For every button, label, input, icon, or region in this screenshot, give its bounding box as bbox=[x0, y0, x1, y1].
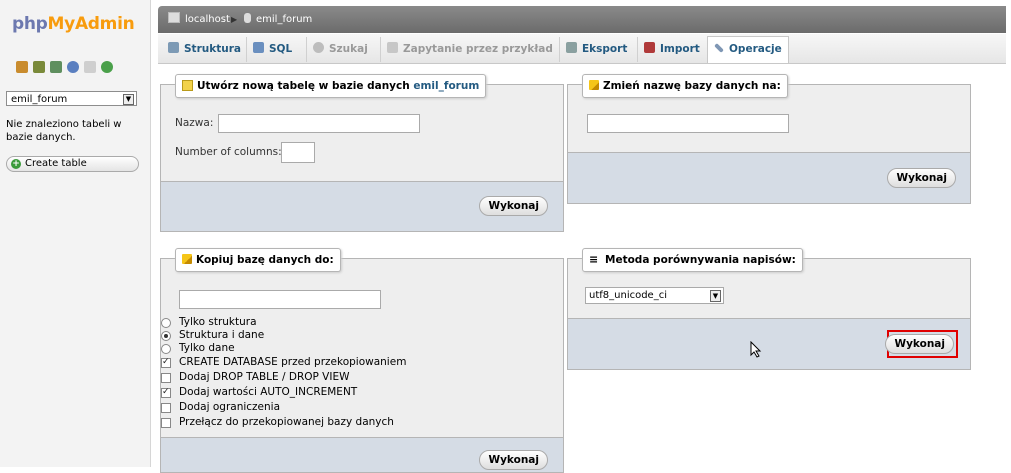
tab-zapytanie[interactable]: Zapytanie przez przykład bbox=[380, 37, 559, 62]
copy-database-legend: Kopiuj bazę danych do: bbox=[175, 248, 341, 272]
rename-database-legend: Zmień nazwę bazy danych na: bbox=[582, 74, 788, 98]
copy-database-name-input[interactable] bbox=[179, 290, 381, 309]
columns-label: Number of columns: bbox=[175, 146, 282, 158]
collation-select[interactable]: utf8_unicode_ci ▼ bbox=[585, 287, 724, 304]
name-label: Nazwa: bbox=[175, 117, 214, 129]
breadcrumb: localhost ▶ emil_forum bbox=[158, 6, 1006, 33]
collation-panel: ≡ Metoda porównywania napisów: utf8_unico… bbox=[567, 248, 971, 370]
pencil-icon bbox=[182, 254, 192, 264]
option-drop-table[interactable]: Dodaj DROP TABLE / DROP VIEW bbox=[161, 371, 349, 384]
checkbox-drop-table[interactable] bbox=[161, 373, 171, 383]
radio-tylko-dane[interactable] bbox=[161, 344, 171, 354]
checkbox-create-database[interactable] bbox=[161, 356, 171, 369]
option-auto-increment[interactable]: Dodaj wartości AUTO_INCREMENT bbox=[161, 386, 357, 399]
table-name-input[interactable] bbox=[218, 114, 420, 133]
option-przelacz[interactable]: Przełącz do przekopiowanej bazy danych bbox=[161, 416, 394, 429]
copy-database-panel: Kopiuj bazę danych do: Tylko struktura S… bbox=[160, 248, 564, 473]
structure-icon bbox=[168, 42, 179, 53]
navigation-panel: phpMyAdmin emil_forum ▼ Nie znaleziono t… bbox=[0, 0, 151, 467]
query-icon[interactable] bbox=[67, 61, 79, 73]
database-select[interactable]: emil_forum ▼ bbox=[6, 91, 137, 106]
rename-database-footer: Wykonaj bbox=[568, 152, 970, 203]
server-icon bbox=[168, 12, 180, 23]
query-icon bbox=[387, 42, 398, 53]
rename-database-submit-button[interactable]: Wykonaj bbox=[887, 168, 956, 188]
create-table-legend: Utwórz nową tabelę w bazie danych emil_f… bbox=[175, 74, 487, 98]
option-tylko-dane[interactable]: Tylko dane bbox=[161, 342, 235, 355]
create-table-footer: Wykonaj bbox=[161, 181, 563, 231]
pencil-icon bbox=[589, 80, 599, 90]
checkbox-ograniczenia[interactable] bbox=[161, 403, 171, 413]
copy-database-submit-button[interactable]: Wykonaj bbox=[479, 450, 548, 470]
create-table-button[interactable]: + Create table bbox=[6, 156, 139, 172]
new-database-name-input[interactable] bbox=[587, 114, 789, 133]
columns-input[interactable] bbox=[281, 142, 315, 163]
home-icon[interactable] bbox=[16, 61, 28, 73]
tab-struktura[interactable]: Struktura bbox=[162, 37, 247, 62]
tab-bar: Struktura SQL Szukaj Zapytanie przez prz… bbox=[158, 34, 1006, 64]
export-icon bbox=[566, 42, 577, 53]
database-icon bbox=[244, 13, 251, 23]
tab-sql[interactable]: SQL bbox=[246, 37, 298, 62]
phpmyadmin-logo[interactable]: phpMyAdmin bbox=[12, 14, 135, 34]
checkbox-auto-increment[interactable] bbox=[161, 386, 171, 399]
breadcrumb-separator-icon: ▶ bbox=[231, 15, 238, 24]
no-tables-message: Nie znaleziono tabeli w bazie danych. bbox=[6, 119, 122, 143]
tab-operacje[interactable]: Operacje bbox=[707, 36, 789, 63]
create-table-panel: Utwórz nową tabelę w bazie danych emil_f… bbox=[160, 74, 564, 232]
breadcrumb-server[interactable]: localhost bbox=[168, 6, 230, 33]
docs-icon[interactable] bbox=[84, 61, 96, 73]
search-icon bbox=[313, 42, 324, 53]
database-icon[interactable] bbox=[33, 61, 45, 73]
checkbox-przelacz[interactable] bbox=[161, 418, 171, 428]
reload-icon[interactable] bbox=[101, 61, 113, 73]
option-create-database[interactable]: CREATE DATABASE przed przekopiowaniem bbox=[161, 356, 406, 369]
rename-database-panel: Zmień nazwę bazy danych na: Wykonaj bbox=[567, 74, 971, 204]
operations-icon bbox=[714, 43, 724, 53]
list-icon: ≡ bbox=[589, 253, 599, 266]
create-table-submit-button[interactable]: Wykonaj bbox=[479, 196, 548, 216]
radio-tylko-struktura[interactable] bbox=[161, 318, 171, 328]
collation-submit-button[interactable]: Wykonaj bbox=[885, 334, 954, 354]
import-icon bbox=[644, 42, 655, 53]
tab-import[interactable]: Import bbox=[637, 37, 706, 62]
new-table-icon bbox=[182, 80, 193, 91]
database-link[interactable]: emil_forum bbox=[413, 80, 479, 92]
option-ograniczenia[interactable]: Dodaj ograniczenia bbox=[161, 401, 280, 414]
tab-szukaj[interactable]: Szukaj bbox=[306, 37, 374, 62]
add-icon: + bbox=[11, 159, 21, 169]
mouse-cursor-icon bbox=[750, 341, 762, 358]
collation-legend: ≡ Metoda porównywania napisów: bbox=[582, 248, 803, 272]
chevron-down-icon: ▼ bbox=[710, 290, 721, 302]
sql-icon[interactable] bbox=[50, 61, 62, 73]
chevron-down-icon: ▼ bbox=[123, 94, 134, 105]
option-struktura-i-dane[interactable]: Struktura i dane bbox=[161, 329, 264, 342]
collation-footer: Wykonaj bbox=[568, 318, 970, 369]
sql-icon bbox=[253, 42, 264, 53]
tab-eksport[interactable]: Eksport bbox=[559, 37, 633, 62]
option-tylko-struktura[interactable]: Tylko struktura bbox=[161, 316, 257, 329]
breadcrumb-database[interactable]: emil_forum bbox=[244, 6, 312, 33]
radio-struktura-i-dane[interactable] bbox=[161, 331, 171, 341]
nav-icon-bar bbox=[16, 61, 113, 73]
